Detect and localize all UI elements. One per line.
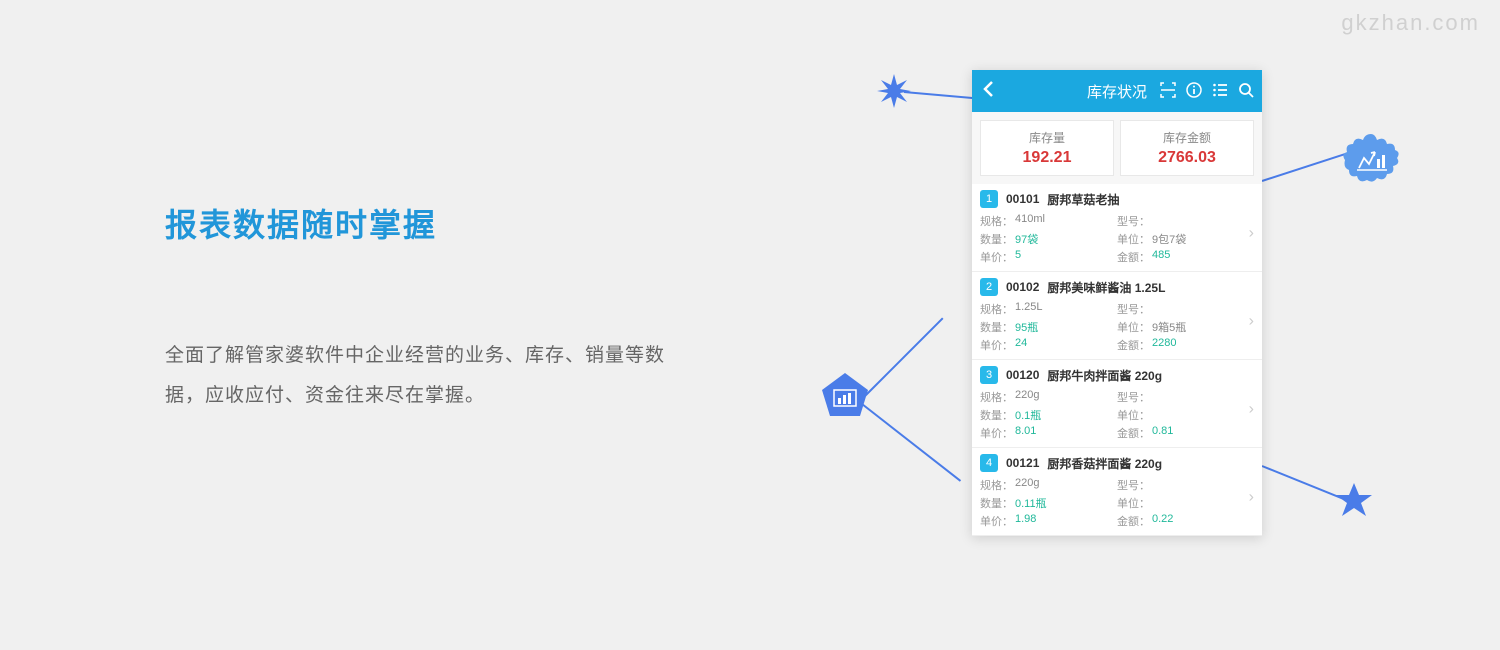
stat-card-inventory-amount[interactable]: 库存金额 2766.03 — [1120, 120, 1254, 176]
item-number-badge: 1 — [980, 190, 998, 208]
stat-card-inventory-qty[interactable]: 库存量 192.21 — [980, 120, 1114, 176]
item-name: 厨邦美味鲜酱油 1.25L — [1047, 279, 1165, 296]
item-details: 规格：410ml 型号： 数量：97袋 单位：9包7袋 单价：5 金额：485 — [972, 211, 1262, 271]
connector-line — [861, 403, 961, 482]
item-number-badge: 3 — [980, 366, 998, 384]
watermark-text: gkzhan.com — [1341, 10, 1480, 36]
list-item[interactable]: 3 00120 厨邦牛肉拌面酱 220g 规格：220g 型号： 数量：0.1瓶… — [972, 360, 1262, 448]
item-name: 厨邦牛肉拌面酱 220g — [1047, 367, 1162, 384]
list-item[interactable]: 4 00121 厨邦香菇拌面酱 220g 规格：220g 型号： 数量：0.11… — [972, 448, 1262, 536]
scan-icon[interactable] — [1160, 82, 1176, 101]
pentagon-chart-icon — [818, 368, 872, 427]
list-item[interactable]: 2 00102 厨邦美味鲜酱油 1.25L 规格：1.25L 型号： 数量：95… — [972, 272, 1262, 360]
marketing-copy: 报表数据随时掌握 全面了解管家婆软件中企业经营的业务、库存、销量等数据，应收应付… — [165, 200, 665, 416]
item-code: 00120 — [1006, 368, 1039, 382]
app-header: 库存状况 — [972, 70, 1262, 112]
page-title: 报表数据随时掌握 — [165, 200, 665, 246]
item-number-badge: 2 — [980, 278, 998, 296]
connector-line — [904, 91, 974, 99]
header-title: 库存状况 — [1087, 81, 1147, 102]
item-code: 00121 — [1006, 456, 1039, 470]
item-name: 厨邦草菇老抽 — [1047, 191, 1119, 208]
chevron-right-icon: › — [1249, 400, 1254, 418]
item-details: 规格：220g 型号： 数量：0.11瓶 单位： 单价：1.98 金额：0.22 — [972, 475, 1262, 535]
star-icon — [1334, 480, 1374, 525]
info-icon[interactable] — [1186, 82, 1202, 101]
item-code: 00102 — [1006, 280, 1039, 294]
chevron-right-icon: › — [1249, 224, 1254, 242]
stat-label: 库存量 — [985, 129, 1109, 146]
list-item[interactable]: 1 00101 厨邦草菇老抽 规格：410ml 型号： 数量：97袋 单位：9包… — [972, 184, 1262, 272]
back-icon[interactable] — [982, 78, 1002, 104]
connector-line — [864, 318, 943, 397]
page-description: 全面了解管家婆软件中企业经营的业务、库存、销量等数据，应收应付、资金往来尽在掌握… — [165, 336, 665, 416]
stat-value: 192.21 — [985, 149, 1109, 167]
item-number-badge: 4 — [980, 454, 998, 472]
phone-mockup: 库存状况 库存量 192.21 库存金额 2766.03 1 00101 厨邦草… — [972, 70, 1262, 536]
stat-label: 库存金额 — [1125, 129, 1249, 146]
item-name: 厨邦香菇拌面酱 220g — [1047, 455, 1162, 472]
item-code: 00101 — [1006, 192, 1039, 206]
search-icon[interactable] — [1238, 82, 1254, 101]
chevron-right-icon: › — [1249, 312, 1254, 330]
cloud-chart-icon — [1339, 128, 1403, 197]
item-details: 规格：1.25L 型号： 数量：95瓶 单位：9箱5瓶 单价：24 金额：228… — [972, 299, 1262, 359]
starburst-icon — [875, 72, 913, 115]
chevron-right-icon: › — [1249, 488, 1254, 506]
list-icon[interactable] — [1212, 82, 1228, 101]
item-details: 规格：220g 型号： 数量：0.1瓶 单位： 单价：8.01 金额：0.81 — [972, 387, 1262, 447]
stat-value: 2766.03 — [1125, 149, 1249, 167]
stats-summary: 库存量 192.21 库存金额 2766.03 — [972, 112, 1262, 184]
